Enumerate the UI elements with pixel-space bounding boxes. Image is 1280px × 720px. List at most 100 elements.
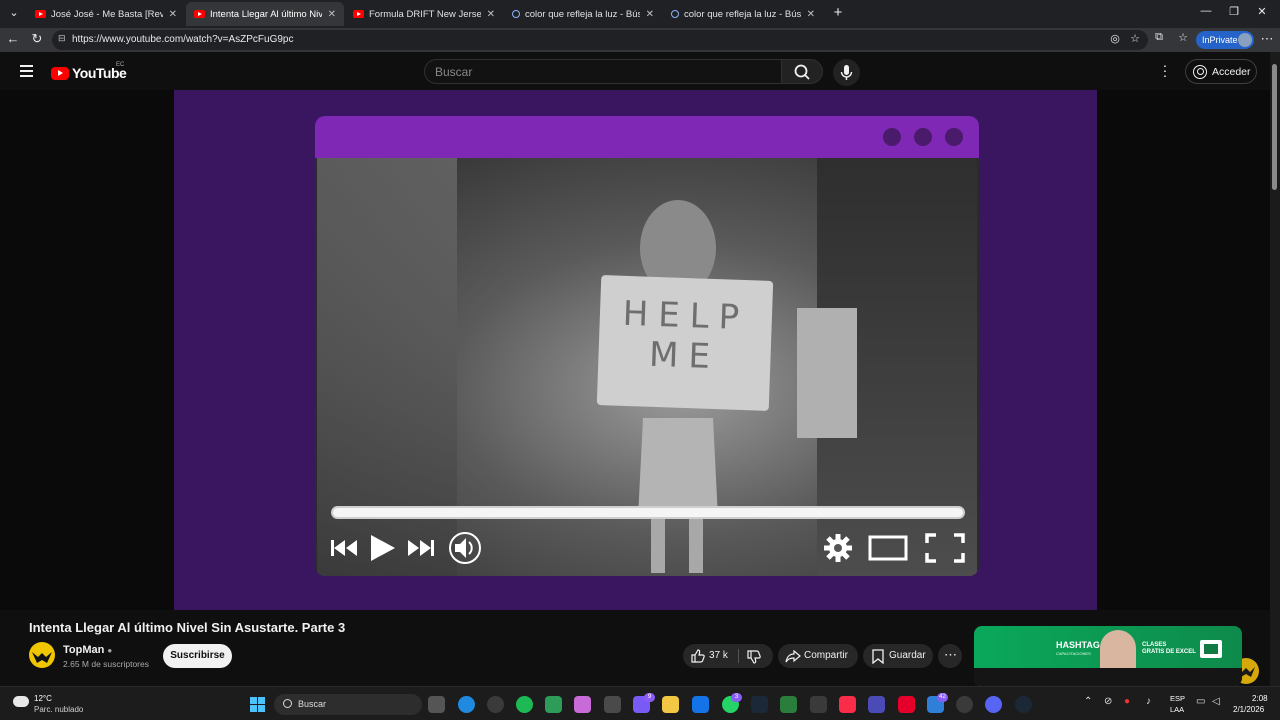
video-player-area: HELP ME: [0, 90, 1270, 684]
tab-title: José José - Me Basta [Revisitado] [L: [51, 8, 163, 20]
video-title: Intenta Llegar Al último Nivel Sin Asust…: [29, 620, 346, 635]
spotify-icon[interactable]: [516, 696, 533, 713]
menu-hamburger-icon[interactable]: [20, 65, 33, 77]
tab-intenta-llegar[interactable]: Intenta Llegar Al último Nivel Sin A ✕: [186, 2, 344, 26]
tab-jose-jose[interactable]: José José - Me Basta [Revisitado] [L ✕: [27, 2, 185, 26]
channel-name[interactable]: TopMan ●: [63, 644, 112, 656]
signin-button[interactable]: Acceder: [1185, 59, 1257, 84]
ad-clases-text: CLASES GRATIS DE EXCEL: [1142, 642, 1196, 656]
taskbar-search[interactable]: Buscar: [274, 694, 422, 715]
show-hidden-chevron-icon[interactable]: ⌃: [1084, 696, 1092, 707]
youtube-logo[interactable]: YouTube EC: [51, 62, 127, 81]
extensions-icon[interactable]: ⧉: [1150, 31, 1168, 44]
clock-date[interactable]: 2/1/2026: [1233, 705, 1264, 714]
video-player[interactable]: HELP ME: [174, 90, 1097, 610]
settings-kebab-icon[interactable]: · · ·: [1160, 58, 1170, 82]
like-thumb-icon[interactable]: [690, 648, 706, 664]
steam-icon[interactable]: [1015, 696, 1032, 713]
tab-formula-drift[interactable]: Formula DRIFT New Jersey 2025 H ✕: [345, 2, 503, 26]
close-icon[interactable]: ✕: [169, 9, 177, 20]
new-tab-plus-icon[interactable]: +: [828, 4, 848, 21]
keyboard-layout[interactable]: LAA: [1170, 705, 1184, 714]
tiktok-icon[interactable]: [898, 696, 915, 713]
settings-gear-icon[interactable]: [822, 532, 854, 564]
dislike-thumb-icon[interactable]: [746, 649, 762, 665]
antivirus-icon[interactable]: ●: [1124, 696, 1130, 707]
minecraft-icon[interactable]: [545, 696, 562, 713]
bookmark-icon: [872, 649, 884, 664]
music-icon[interactable]: [839, 696, 856, 713]
tab-title: Intenta Llegar Al último Nivel Sin A: [210, 8, 322, 20]
white-box: [797, 308, 857, 438]
browser-tab-strip: ⌄ José José - Me Basta [Revisitado] [L ✕…: [0, 0, 1280, 28]
cloud-icon: [13, 696, 29, 707]
sponsored-ad-banner[interactable]: HASHTAG CAPACITACIONES CLASES GRATIS DE E…: [974, 626, 1242, 686]
address-bar[interactable]: ⊟ https://www.youtube.com/watch?v=AsZPcF…: [52, 30, 1148, 50]
tab-search-1[interactable]: color que refleja la luz - Búsqueda ✕: [504, 2, 662, 26]
subscribe-button[interactable]: Suscribirse: [163, 644, 232, 668]
minimize-icon[interactable]: —: [1196, 5, 1216, 17]
ad-subline: CAPACITACIONES: [1056, 651, 1091, 656]
edge-browser-icon[interactable]: [458, 696, 475, 713]
channel-avatar[interactable]: [29, 642, 55, 668]
tab-title: color que refleja la luz - Búsqueda: [525, 8, 640, 20]
share-arrow-icon: [785, 649, 801, 663]
onedrive-icon[interactable]: ⊘: [1104, 696, 1112, 707]
inprivate-button[interactable]: InPrivate: [1196, 31, 1254, 49]
divider: [738, 649, 739, 663]
volume-tray-icon[interactable]: ◁: [1212, 696, 1220, 707]
xbox-icon[interactable]: [780, 696, 797, 713]
help-me-sign: HELP ME: [596, 275, 774, 411]
window-close-icon[interactable]: ✕: [1252, 5, 1272, 18]
previous-icon[interactable]: [329, 534, 361, 562]
microphone-tray-icon[interactable]: ♪: [1146, 696, 1151, 707]
tab-search-2[interactable]: color que refleja la luz - Búsqueda ✕: [663, 2, 823, 26]
play-icon[interactable]: [367, 532, 397, 564]
theater-mode-icon[interactable]: [868, 534, 908, 562]
input-language[interactable]: ESP: [1170, 694, 1185, 703]
tab-list-chevron-icon[interactable]: ⌄: [4, 6, 24, 19]
app-icon[interactable]: [604, 696, 621, 713]
app-icon[interactable]: [956, 696, 973, 713]
site-info-icon[interactable]: ⊟: [58, 33, 66, 44]
search-field[interactable]: [424, 59, 782, 84]
youtube-header: YouTube EC ··· Acceder: [0, 52, 1280, 90]
close-icon[interactable]: ✕: [807, 9, 815, 20]
restore-icon[interactable]: ❐: [1224, 5, 1244, 18]
windows-start-icon[interactable]: [250, 697, 265, 712]
page-scrollbar[interactable]: [1270, 52, 1280, 686]
notification-badge: 9: [644, 693, 655, 702]
openai-icon[interactable]: [487, 696, 504, 713]
search-input[interactable]: [425, 60, 781, 83]
favorites-icon[interactable]: ☆: [1174, 31, 1192, 44]
reload-icon[interactable]: ↻: [28, 31, 46, 47]
tracking-prevention-icon[interactable]: ◎: [1106, 32, 1124, 45]
voice-search-button[interactable]: [833, 59, 860, 86]
store-icon[interactable]: [692, 696, 709, 713]
close-icon[interactable]: ✕: [328, 9, 336, 20]
share-button[interactable]: Compartir: [778, 644, 858, 668]
save-button[interactable]: Guardar: [863, 644, 933, 668]
frame-title-bar: [315, 116, 979, 158]
scrollbar-thumb[interactable]: [1272, 64, 1277, 190]
next-icon[interactable]: [404, 534, 436, 562]
copilot-icon[interactable]: [574, 696, 591, 713]
close-icon[interactable]: ✕: [487, 9, 495, 20]
app-icon[interactable]: [868, 696, 885, 713]
clock-time[interactable]: 2:08: [1252, 694, 1268, 703]
discord-icon[interactable]: [985, 696, 1002, 713]
network-icon[interactable]: ▭: [1196, 696, 1205, 707]
file-explorer-icon[interactable]: [662, 696, 679, 713]
browser-menu-icon[interactable]: ⋯: [1258, 31, 1276, 47]
back-arrow-icon[interactable]: ←: [4, 31, 22, 46]
app-icon[interactable]: [810, 696, 827, 713]
more-actions-button[interactable]: ⋯: [938, 644, 962, 668]
favorite-star-icon[interactable]: ☆: [1126, 32, 1144, 45]
search-button[interactable]: [781, 59, 823, 84]
volume-icon[interactable]: [447, 532, 483, 564]
task-view-icon[interactable]: [428, 696, 445, 713]
fullscreen-icon[interactable]: [925, 533, 965, 563]
steam-icon[interactable]: [751, 696, 768, 713]
close-icon[interactable]: ✕: [646, 9, 654, 20]
progress-bar[interactable]: [331, 506, 965, 519]
